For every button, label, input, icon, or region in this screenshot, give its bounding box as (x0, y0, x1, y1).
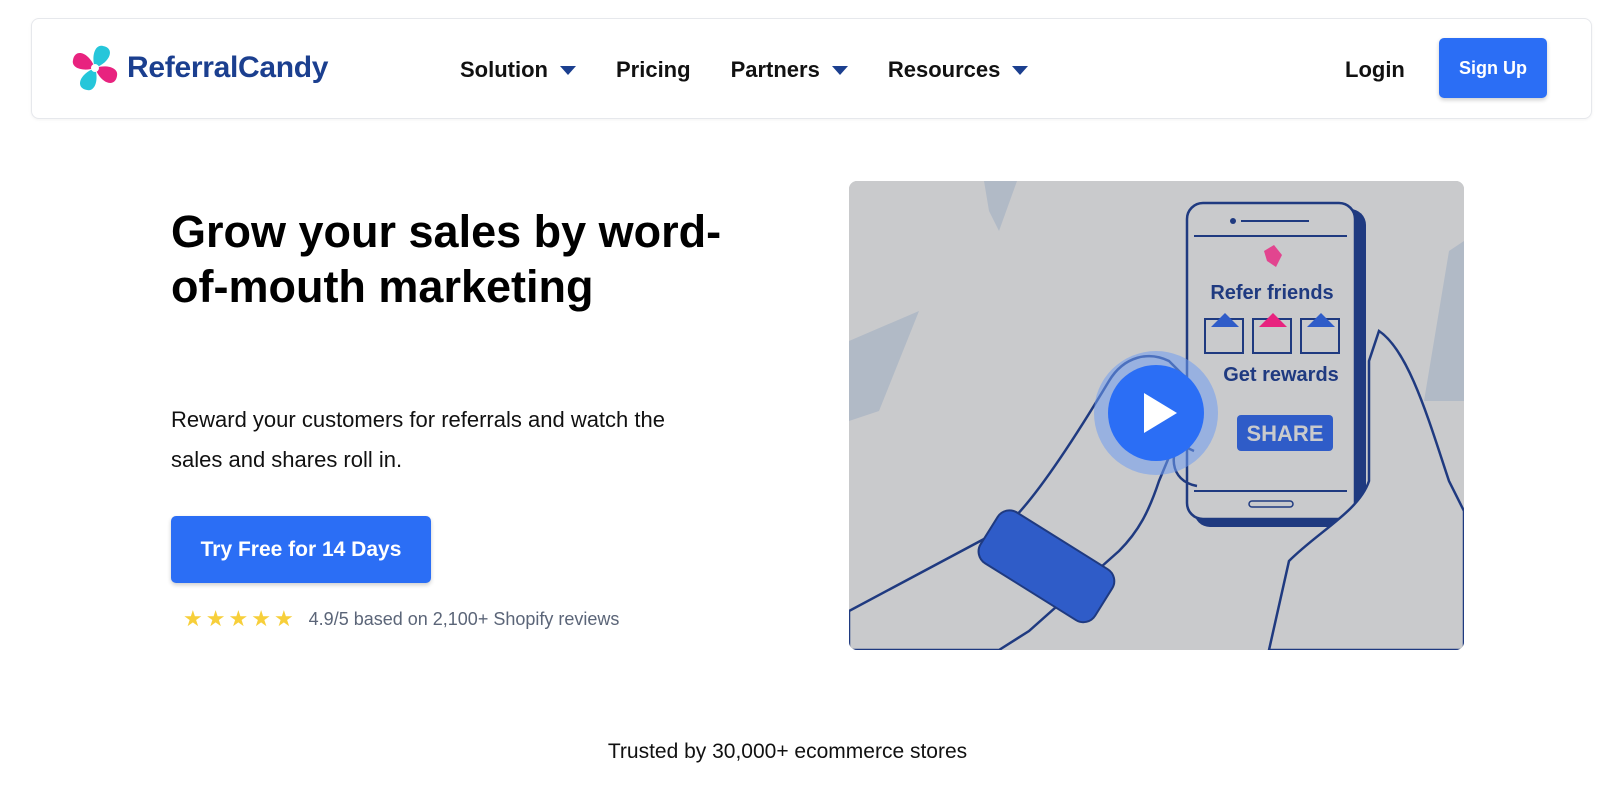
chevron-down-icon (559, 65, 576, 75)
nav-resources-label: Resources (887, 57, 1001, 82)
chevron-down-icon (1012, 65, 1029, 75)
star-icon: ★ (273, 606, 294, 631)
nav-solution-label: Solution (460, 57, 548, 82)
phone-subtitle: Get rewards (1223, 364, 1339, 386)
login-link[interactable]: Login (1345, 57, 1405, 83)
hero-subtext: Reward your customers for referrals and … (171, 407, 665, 472)
hero-headline: Grow your sales by word-of-mouth marketi… (171, 206, 722, 312)
top-navbar: ReferralCandy Solution Pricing Partners … (31, 18, 1592, 119)
rating-text: 4.9/5 based on 2,100+ Shopify reviews (308, 608, 620, 629)
referralcandy-logo-icon (72, 45, 118, 91)
trusted-by-text: Trusted by 30,000+ ecommerce stores (607, 740, 968, 763)
nav-solution[interactable]: Solution (460, 57, 576, 83)
phone-title: Refer friends (1210, 282, 1333, 304)
chevron-down-icon (831, 65, 848, 75)
nav-pricing-label: Pricing (615, 57, 691, 82)
star-icon: ★ (183, 606, 203, 631)
logo-text: ReferralCandy (127, 51, 329, 84)
star-icon: ★ (251, 606, 271, 631)
nav-pricing[interactable]: Pricing (616, 57, 691, 83)
phone-share-label: SHARE (1246, 421, 1323, 446)
logo[interactable]: ReferralCandy (69, 42, 328, 94)
rating: ★ ★ ★ ★ ★ 4.9/5 based on 2,100+ Shopify … (183, 608, 619, 630)
video-illustration: Refer friends Get rewards SHARE (849, 181, 1464, 650)
hero-video[interactable]: Refer friends Get rewards SHARE (849, 181, 1464, 650)
nav-partners-label: Partners (730, 57, 820, 82)
star-icon: ★ (228, 606, 249, 631)
nav-resources[interactable]: Resources (888, 57, 1029, 83)
main-nav: Solution Pricing Partners Resources (460, 57, 1068, 83)
sign-up-button[interactable]: Sign Up (1439, 38, 1547, 98)
star-icon: ★ (205, 606, 226, 631)
try-free-button[interactable]: Try Free for 14 Days (171, 516, 431, 583)
nav-partners[interactable]: Partners (731, 57, 848, 83)
